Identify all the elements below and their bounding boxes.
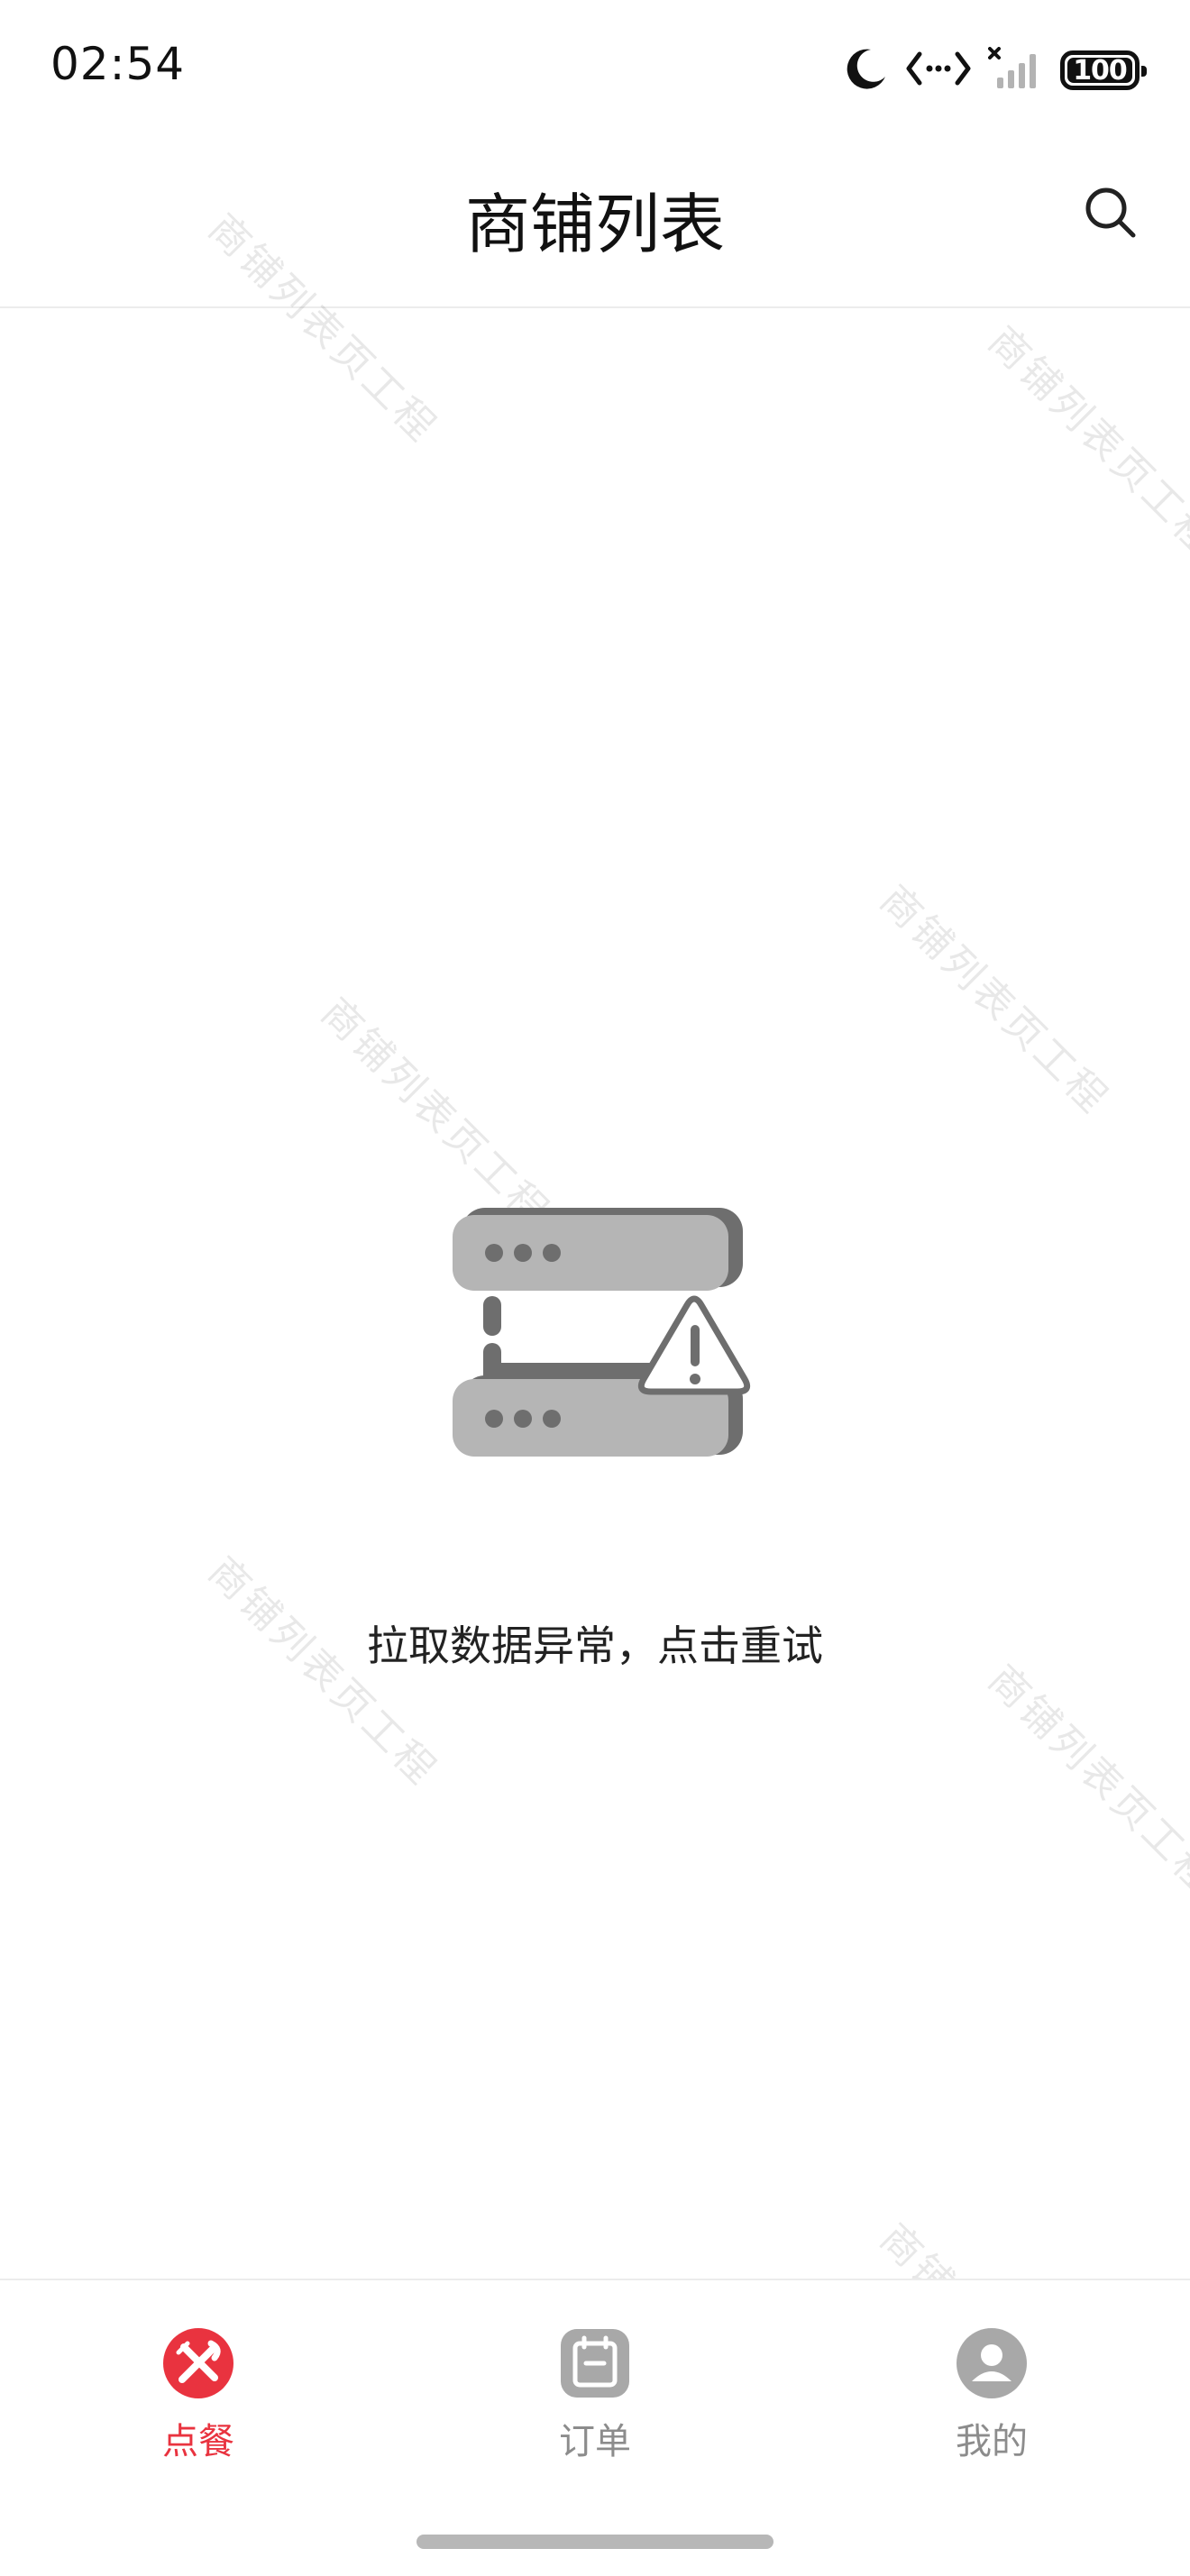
retry-message[interactable]: 拉取数据异常，点击重试 xyxy=(0,1613,1190,1673)
tab-bar: 点餐 订单 我的 xyxy=(0,2279,1190,2574)
server-warning-icon xyxy=(451,1208,757,1464)
data-transfer-icon xyxy=(905,49,972,92)
moon-icon xyxy=(844,46,889,95)
error-illustration[interactable] xyxy=(451,1199,757,1460)
tab-label: 我的 xyxy=(956,2421,1028,2462)
tab-orders[interactable]: 订单 xyxy=(487,2327,703,2480)
tab-order-food[interactable]: 点餐 xyxy=(90,2327,307,2480)
tab-profile[interactable]: 我的 xyxy=(883,2327,1100,2480)
watermark: 商铺列表页工程 xyxy=(979,317,1190,565)
home-indicator[interactable] xyxy=(416,2535,774,2549)
fork-knife-icon xyxy=(162,2327,234,2399)
search-icon xyxy=(1083,185,1139,244)
watermark: 商铺列表页工程 xyxy=(871,876,1118,1124)
status-icons: 100 xyxy=(844,43,1147,97)
nav-header: 商铺列表 xyxy=(0,135,1190,308)
tab-label: 订单 xyxy=(559,2421,631,2462)
battery-icon: 100 xyxy=(1060,50,1147,90)
calendar-icon xyxy=(559,2327,631,2399)
page-title: 商铺列表 xyxy=(464,187,725,262)
search-button[interactable] xyxy=(1078,182,1143,247)
watermark: 商铺列表页工程 xyxy=(979,1656,1190,1904)
battery-level: 100 xyxy=(1073,54,1128,87)
tab-label: 点餐 xyxy=(162,2421,234,2462)
status-bar: 02:54 100 xyxy=(0,0,1190,135)
status-time: 02:54 xyxy=(50,38,186,90)
signal-no-service-icon xyxy=(988,47,1044,94)
user-icon xyxy=(956,2327,1028,2399)
